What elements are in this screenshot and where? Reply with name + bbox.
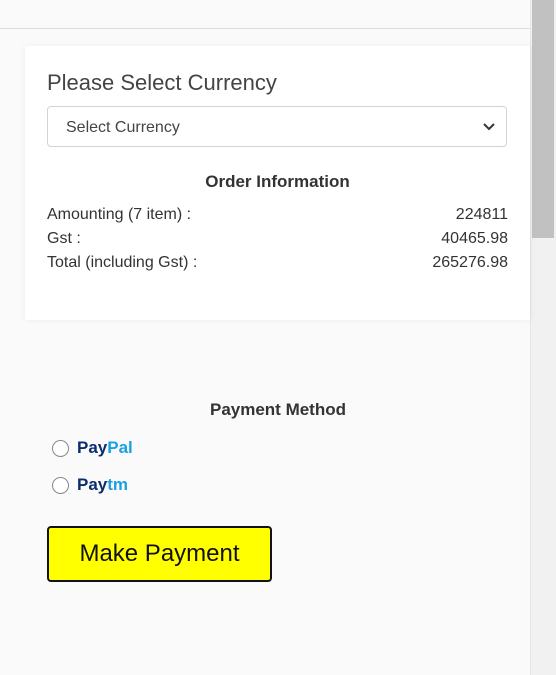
currency-select-value: Select Currency (66, 119, 180, 136)
order-row-label: Gst : (47, 230, 81, 247)
chevron-down-icon (483, 123, 495, 131)
header-divider (0, 28, 530, 29)
paytm-logo: Paytm (77, 475, 129, 494)
order-info-title: Order Information (205, 172, 350, 191)
order-row-value: 40465.98 (441, 230, 508, 247)
order-row-total: Total (including Gst) : 265276.98 (47, 254, 508, 276)
paypal-logo: PayPal (77, 438, 133, 457)
order-row-label: Total (including Gst) : (47, 254, 198, 271)
payment-method-title: Payment Method (209, 400, 347, 419)
currency-select[interactable]: Select Currency (47, 106, 507, 147)
currency-title: Please Select Currency (47, 70, 277, 95)
order-row-value: 224811 (455, 206, 508, 223)
paytm-radio[interactable] (52, 477, 69, 494)
paypal-radio[interactable] (52, 440, 69, 457)
scrollbar[interactable] (530, 0, 556, 675)
order-card: Please Select Currency Select Currency O… (25, 46, 530, 320)
order-row-gst: Gst : 40465.98 (47, 230, 508, 252)
make-payment-button[interactable]: Make Payment (47, 526, 272, 582)
order-row-value: 265276.98 (432, 254, 508, 271)
scrollbar-thumb[interactable] (532, 0, 554, 238)
order-row-label: Amounting (7 item) : (47, 206, 192, 223)
order-row-amount: Amounting (7 item) : 224811 (47, 206, 508, 228)
